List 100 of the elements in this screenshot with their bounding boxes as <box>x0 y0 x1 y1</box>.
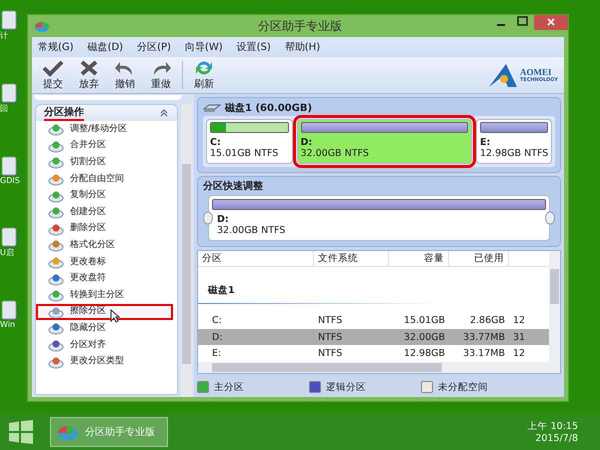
table-row[interactable]: E: NTFS 12.98GB 33.17MB 12 <box>198 345 549 362</box>
resize-handle[interactable] <box>203 211 213 225</box>
desktop-icon-label: 计 <box>0 30 8 41</box>
toolbar-button[interactable]: 放弃 <box>74 59 104 91</box>
operation-item[interactable]: 隐藏分区 <box>36 320 173 337</box>
partition-icon <box>48 205 64 220</box>
partition-info: 12.98GB NTFS <box>480 148 548 159</box>
collapse-icon[interactable] <box>159 108 169 118</box>
menu-item[interactable]: 向导(W) <box>184 40 223 54</box>
window-title: 分区助手专业版 <box>257 18 343 34</box>
partition-icon <box>48 172 64 186</box>
disk-title: 磁盘1 (60.00GB) <box>225 102 312 115</box>
table-cell-text: 31 <box>512 332 526 343</box>
toolbar-button[interactable]: 提交 <box>38 59 68 91</box>
close-button[interactable] <box>534 15 568 30</box>
toolbar-button[interactable]: 撤销 <box>110 59 140 91</box>
menu-item[interactable]: 分区(P) <box>137 40 171 54</box>
mouse-pointer-icon <box>110 308 120 323</box>
partition-icon <box>48 155 64 170</box>
table-cell-text: 15.01GB <box>402 314 446 326</box>
operation-item[interactable]: 分配自由空间 <box>36 170 173 188</box>
menu-item[interactable]: 磁盘(D) <box>88 40 124 54</box>
operation-item[interactable]: 转换到主分区 <box>36 286 173 304</box>
partition-block[interactable]: C: 15.01GB NTFS <box>206 119 292 164</box>
column-header[interactable]: 已使用 <box>449 251 509 266</box>
panel-title: 分区操作 <box>44 105 84 121</box>
table-cell-text: C: <box>211 314 223 326</box>
partition-icon <box>48 255 64 270</box>
partition-icon <box>48 304 64 319</box>
partition-letter: D: <box>300 137 314 148</box>
table-row[interactable]: C: NTFS 15.01GB 2.86GB 12 <box>198 312 549 329</box>
table-cell-text: NTFS <box>317 314 344 326</box>
table-cell-text: E: <box>211 348 222 360</box>
desktop-app-icon[interactable] <box>0 227 18 247</box>
partition-icon <box>48 238 64 252</box>
close-icon <box>78 59 100 77</box>
desktop-app-icon[interactable] <box>0 156 18 176</box>
scrollbar[interactable] <box>181 104 192 397</box>
operation-item[interactable]: 分区对齐 <box>36 336 173 354</box>
table-cell-text: 33.77MB <box>462 332 506 343</box>
operation-item[interactable]: 格式化分区 <box>36 237 173 254</box>
table-cell-text: 33.17MB <box>462 348 506 360</box>
table-cell-text: NTFS <box>317 348 344 360</box>
desktop-icon-label: Win <box>0 320 16 329</box>
desktop-app-icon[interactable] <box>0 300 18 320</box>
clock-date: 2015/7/8 <box>535 433 578 444</box>
refresh-icon <box>193 59 215 77</box>
legend-label: 逻辑分区 <box>326 380 366 394</box>
menu-item[interactable]: 常规(G) <box>38 40 74 54</box>
clock-time: 上午 10:15 <box>528 420 578 433</box>
toolbar-button[interactable]: 刷新 <box>189 59 219 91</box>
operation-item[interactable]: 删除分区 <box>36 220 173 238</box>
toolbar-button[interactable]: 重做 <box>146 59 176 91</box>
partition-letter: D: <box>217 214 230 225</box>
partition-info: 32.00GB NTFS <box>300 148 370 159</box>
menu-item[interactable]: 设置(S) <box>236 40 271 54</box>
operation-item[interactable]: 复制分区 <box>36 187 173 204</box>
partition-letter: C: <box>210 137 222 148</box>
operation-item[interactable]: 创建分区 <box>36 204 173 221</box>
scrollbar[interactable] <box>198 362 549 374</box>
table-cell-text: 12.98GB <box>402 348 446 360</box>
partition-block[interactable]: E: 12.98GB NTFS <box>476 119 552 164</box>
table-cell-text: 12 <box>512 314 526 326</box>
legend-label: 主分区 <box>214 380 244 394</box>
table-cell-text: NTFS <box>317 332 344 343</box>
menu-item[interactable]: 帮助(H) <box>284 40 320 54</box>
operation-item[interactable]: 更改分区类型 <box>36 353 173 370</box>
operation-item[interactable]: 更改卷标 <box>36 254 173 270</box>
operation-item[interactable]: 合并分区 <box>36 138 173 154</box>
operation-item[interactable]: 调整/移动分区 <box>36 121 173 138</box>
check-icon <box>42 59 64 77</box>
operation-item[interactable]: 擦除分区 <box>36 304 173 320</box>
table-row[interactable]: D: NTFS 32.00GB 33.77MB 31 <box>198 328 549 346</box>
partition-info: 32.00GB NTFS <box>217 225 286 236</box>
partition-usage-bar <box>480 122 548 133</box>
partition-icon <box>48 138 64 153</box>
table-cell-text: D: <box>211 332 224 343</box>
disk-group-label: 磁盘1 <box>208 284 236 297</box>
desktop-app-icon[interactable] <box>0 10 18 30</box>
partition-icon <box>48 188 64 203</box>
desktop-icon-label: 回 <box>0 103 8 114</box>
partition-icon <box>48 321 64 336</box>
desktop-icon-label: GDIS <box>0 176 20 185</box>
panel-title: 分区快速调整 <box>203 180 264 194</box>
partition-icon <box>48 272 64 286</box>
windows-logo-icon[interactable] <box>8 420 34 444</box>
app-icon <box>57 423 79 441</box>
desktop-app-icon[interactable] <box>0 83 18 103</box>
scrollbar[interactable] <box>549 251 560 373</box>
column-header[interactable]: 容量 <box>389 251 449 266</box>
partition-icon <box>48 122 64 136</box>
partition-letter: E: <box>480 137 492 148</box>
operation-item[interactable]: 切割分区 <box>36 154 173 171</box>
app-icon <box>34 19 50 33</box>
disk-icon <box>203 103 221 113</box>
table-cell-text: 2.86GB <box>468 314 506 326</box>
column-header[interactable]: 分区 <box>198 251 314 266</box>
operation-item[interactable]: 更改盘符 <box>36 270 173 287</box>
resize-handle[interactable] <box>545 211 555 225</box>
column-header[interactable]: 文件系统 <box>314 251 389 266</box>
